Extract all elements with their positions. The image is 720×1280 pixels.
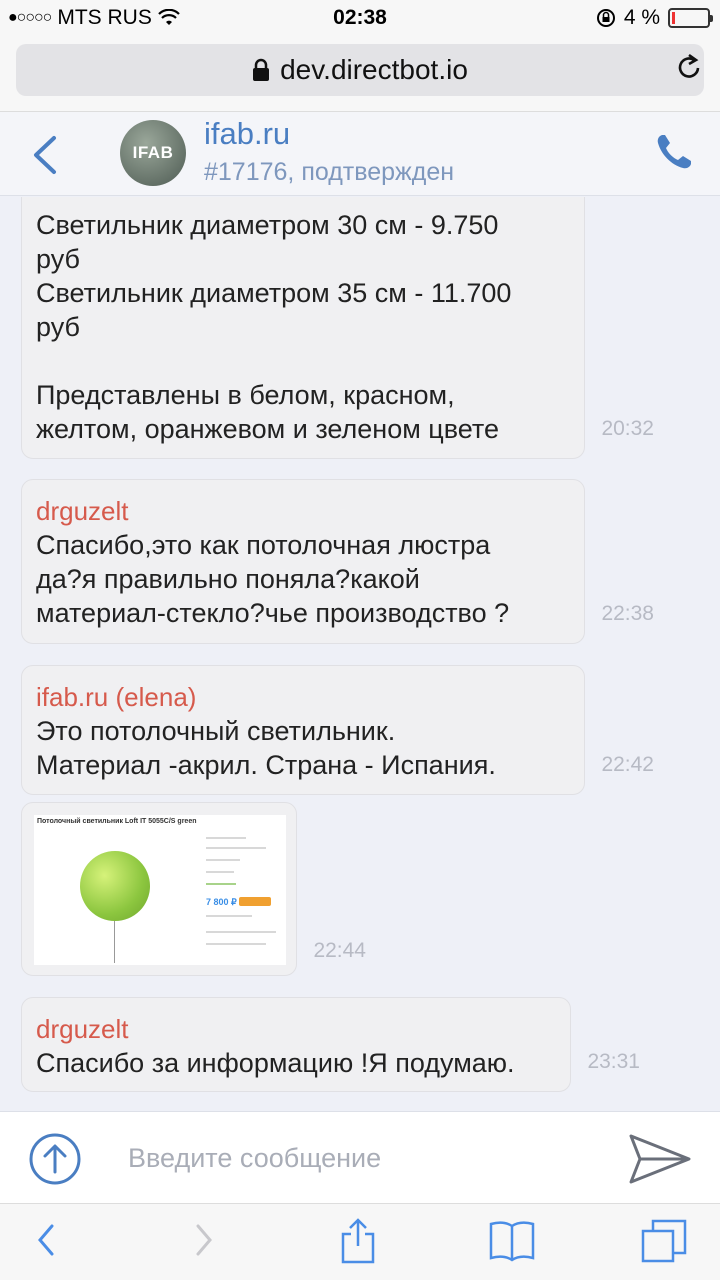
reload-icon[interactable] (676, 48, 704, 88)
message-time: 20:32 (601, 417, 654, 440)
tabs-icon[interactable] (640, 1218, 688, 1264)
message-composer (0, 1111, 720, 1203)
rotation-lock-icon (596, 9, 615, 27)
product-screenshot[interactable]: Потолочный светильник Loft IT 5055C/S gr… (34, 815, 286, 965)
message-text: Светильник диаметром 30 см - 9.750 руб С… (36, 210, 512, 444)
lock-icon (253, 58, 270, 81)
message-time: 22:42 (601, 753, 654, 776)
message-sender: drguzelt (36, 496, 129, 526)
message-bubble: drguzelt Спасибо,это как потолочная люст… (21, 479, 654, 644)
buy-button (239, 897, 271, 906)
paper-plane-icon[interactable] (628, 1132, 692, 1186)
message-time: 22:38 (601, 602, 654, 625)
image-message[interactable]: Потолочный светильник Loft IT 5055C/S gr… (21, 802, 366, 976)
forward-icon[interactable] (190, 1220, 218, 1260)
message-sender-agent: (elena) (115, 682, 197, 712)
chat-header: IFAB ifab.ru #17176, подтвержден (0, 112, 720, 196)
lamp-image (80, 851, 150, 921)
battery-icon (668, 8, 713, 28)
battery-percent: 4 % (623, 6, 660, 29)
chat-title: ifab.ru (204, 116, 291, 151)
product-price: 7 800 ₽ (206, 897, 237, 907)
chat-subtitle: #17176, подтвержден (204, 158, 455, 186)
bookmarks-icon[interactable] (488, 1218, 536, 1262)
url-text: dev.directbot.io (280, 54, 468, 85)
phone-icon[interactable] (654, 132, 694, 172)
share-icon[interactable] (338, 1216, 378, 1266)
message-input[interactable] (128, 1134, 598, 1182)
avatar[interactable]: IFAB (120, 120, 186, 186)
browser-toolbar (0, 1203, 720, 1280)
message-text: Спасибо,это как потолочная люстра да?я п… (36, 530, 510, 628)
back-icon[interactable] (32, 1220, 60, 1260)
message-bubble: ifab.ru (elena) Это потолочный светильни… (21, 665, 654, 795)
message-list[interactable]: Светильник диаметром 30 см - 9.750 руб С… (0, 197, 720, 1111)
message-bubble: drguzelt Спасибо за информацию !Я подума… (21, 997, 640, 1092)
status-bar: ●○○○○ MTS RUS 02:38 4 % (0, 0, 720, 36)
message-sender: drguzelt (36, 1014, 129, 1044)
message-bubble: Светильник диаметром 30 см - 9.750 руб С… (21, 197, 654, 459)
message-text: Спасибо за информацию !Я подумаю. (36, 1048, 515, 1078)
message-sender: ifab.ru (36, 682, 109, 712)
chevron-left-icon[interactable] (30, 134, 60, 176)
product-caption: Потолочный светильник Loft IT 5055C/S gr… (37, 818, 197, 825)
status-right: 4 % (596, 6, 713, 30)
upload-arrow-icon[interactable] (28, 1132, 82, 1186)
message-text: Это потолочный светильник. Материал -акр… (36, 716, 496, 780)
browser-address-area: dev.directbot.io (0, 36, 720, 112)
message-time: 23:31 (587, 1050, 640, 1073)
address-bar[interactable]: dev.directbot.io (16, 44, 704, 96)
message-time: 22:44 (313, 939, 366, 962)
